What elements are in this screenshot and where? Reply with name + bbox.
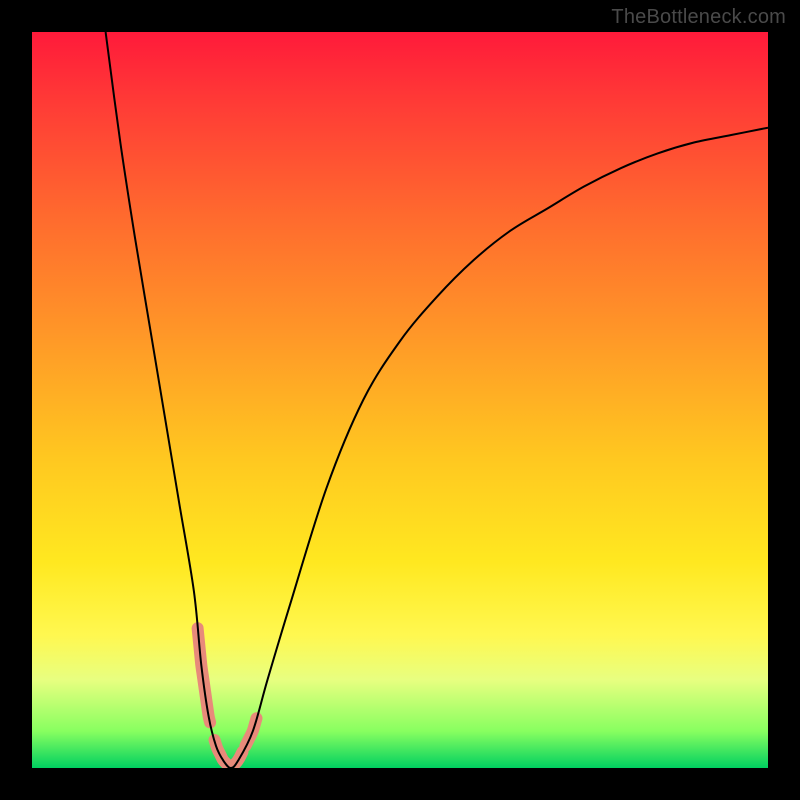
watermark-text: TheBottleneck.com <box>611 6 786 29</box>
chart-frame: TheBottleneck.com <box>0 0 800 800</box>
chart-svg <box>32 32 768 768</box>
plot-area <box>32 32 768 768</box>
